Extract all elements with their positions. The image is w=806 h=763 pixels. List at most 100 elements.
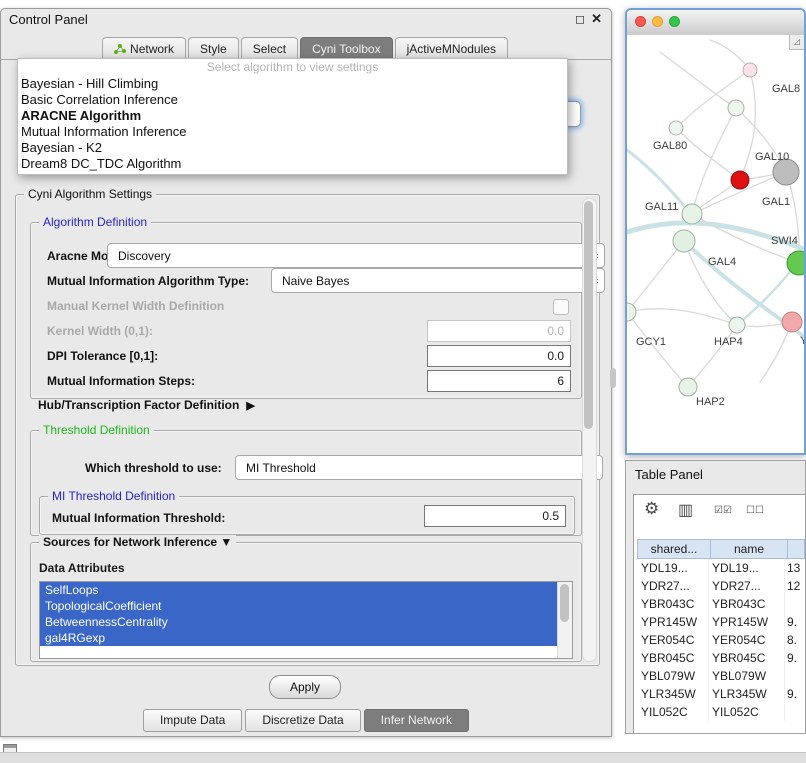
- network-node[interactable]: [782, 312, 802, 332]
- network-edge: [627, 312, 688, 387]
- network-node[interactable]: [729, 317, 745, 333]
- network-node[interactable]: [679, 378, 697, 396]
- tab-label: Infer Network: [381, 713, 452, 727]
- table-cell: YDL19...: [709, 559, 785, 577]
- tab-cyni-toolbox[interactable]: Cyni Toolbox: [300, 37, 392, 59]
- settings-scrollbar-thumb[interactable]: [584, 201, 593, 429]
- attribute-list-item[interactable]: BetweennessCentrality: [40, 614, 557, 630]
- attribute-list-item[interactable]: SelfLoops: [40, 582, 557, 598]
- network-node[interactable]: [731, 171, 749, 189]
- table-row[interactable]: YBR045CYBR045C9.: [637, 649, 805, 667]
- bottom-tab-bar: Impute Data Discretize Data Infer Networ…: [1, 709, 611, 732]
- columns-icon[interactable]: ▥: [678, 500, 693, 520]
- mi-threshold-definition-group: MI Threshold Definition Mutual Informati…: [39, 496, 575, 535]
- which-threshold-select[interactable]: MI Threshold: [235, 455, 603, 480]
- column-header-name[interactable]: name: [711, 540, 788, 558]
- network-node[interactable]: [669, 121, 683, 135]
- network-node[interactable]: [728, 100, 744, 116]
- control-panel-titlebar: Control Panel ◻ ✕: [1, 9, 611, 31]
- network-edge: [627, 241, 684, 312]
- network-edge: [627, 309, 737, 325]
- data-attributes-list[interactable]: SelfLoopsTopologicalCoefficientBetweenne…: [39, 581, 573, 659]
- kernel-width-field[interactable]: 0.0: [427, 320, 571, 342]
- column-header-shared-name[interactable]: shared...: [638, 540, 711, 558]
- float-window-icon[interactable]: ◻: [575, 12, 585, 26]
- mi-steps-field[interactable]: 6: [427, 370, 571, 392]
- network-canvas[interactable]: GAL8GAL80GAL10GAL11GAL1SWI4GAL4GCY1HAP4Y…: [627, 35, 804, 453]
- table-header-row[interactable]: shared... name: [637, 539, 805, 559]
- data-attributes-label: Data Attributes: [39, 561, 125, 575]
- minimize-traffic-light-icon[interactable]: [652, 16, 663, 27]
- network-window-titlebar[interactable]: [627, 10, 804, 36]
- mi-threshold-field[interactable]: 0.5: [424, 505, 566, 527]
- zoom-traffic-light-icon[interactable]: [669, 16, 680, 27]
- algorithm-definition-title: Algorithm Definition: [39, 215, 151, 230]
- table-panel-title: Table Panel: [635, 467, 703, 482]
- node-label: Y: [800, 335, 804, 347]
- hub-section-label: Hub/Transcription Factor Definition: [38, 398, 239, 412]
- table-row[interactable]: YER054CYER054C8.: [637, 631, 805, 649]
- table-row[interactable]: YPR145WYPR145W9.: [637, 613, 805, 631]
- manual-kernel-width-checkbox[interactable]: [553, 299, 569, 315]
- mi-algorithm-type-select[interactable]: Naive Bayes: [271, 268, 605, 293]
- algorithm-option[interactable]: Dream8 DC_TDC Algorithm: [18, 156, 567, 172]
- network-node[interactable]: [673, 230, 695, 252]
- collapse-arrow-icon[interactable]: ▼: [220, 535, 232, 549]
- table-row[interactable]: YBL079WYBL079W: [637, 667, 805, 685]
- tab-jactivemnodules[interactable]: jActiveMNodules: [395, 37, 508, 59]
- gear-icon[interactable]: ⚙: [644, 499, 659, 519]
- tab-style[interactable]: Style: [188, 37, 239, 59]
- node-label: GCY1: [636, 336, 666, 348]
- table-row[interactable]: YIL052CYIL052C: [637, 703, 805, 721]
- tab-infer-network[interactable]: Infer Network: [364, 709, 469, 732]
- close-window-icon[interactable]: ✕: [591, 11, 602, 27]
- expand-arrow-icon[interactable]: ▶: [246, 400, 254, 412]
- tab-impute-data[interactable]: Impute Data: [143, 709, 242, 732]
- apply-button[interactable]: Apply: [269, 675, 341, 699]
- column-header-clipped[interactable]: [788, 540, 804, 558]
- algorithm-option[interactable]: Basic Correlation Inference: [18, 92, 567, 108]
- algorithm-option[interactable]: Bayesian - Hill Climbing: [18, 76, 567, 92]
- deselect-all-columns-icon[interactable]: ☐☐: [746, 505, 764, 516]
- table-row[interactable]: YLR345WYLR345W9.: [637, 685, 805, 703]
- tab-select[interactable]: Select: [241, 37, 298, 59]
- tab-network[interactable]: Network: [102, 37, 186, 59]
- splitter-handle[interactable]: [610, 368, 616, 388]
- hub-transcription-factor-section[interactable]: Hub/Transcription Factor Definition ▶: [38, 398, 255, 412]
- dropdown-placeholder: Select algorithm to view settings: [18, 59, 567, 76]
- tab-discretize-data[interactable]: Discretize Data: [245, 709, 360, 732]
- table-cell: YLR345W: [637, 685, 709, 703]
- table-cell: YDR27...: [709, 577, 785, 595]
- attribute-list-item[interactable]: TopologicalCoefficient: [40, 598, 557, 614]
- table-row[interactable]: YDL19...YDL19...13: [637, 559, 805, 577]
- table-cell: YBR045C: [637, 649, 709, 667]
- birdseye-toggle-icon[interactable]: ◿: [789, 35, 804, 50]
- list-scrollbar[interactable]: [557, 582, 572, 658]
- close-traffic-light-icon[interactable]: [635, 16, 646, 27]
- algorithm-option[interactable]: Mutual Information Inference: [18, 124, 567, 140]
- table-cell: YPR145W: [637, 613, 709, 631]
- network-node[interactable]: [743, 63, 757, 77]
- status-bar: [0, 752, 806, 763]
- table-cell: YBL079W: [709, 667, 785, 685]
- aracne-mode-select[interactable]: Discovery: [107, 243, 605, 268]
- table-panel-body: ⚙ ▥ ☑☑ ☐☐ shared... name YDL19...YDL19..…: [633, 494, 806, 734]
- table-row[interactable]: YDR27...YDR27...12: [637, 577, 805, 595]
- table-cell: YBL079W: [637, 667, 709, 685]
- dpi-tolerance-field[interactable]: 0.0: [427, 345, 571, 367]
- network-node[interactable]: [627, 303, 636, 321]
- attribute-list-item[interactable]: gal4RGexp: [40, 630, 557, 646]
- algorithm-option[interactable]: ARACNE Algorithm: [18, 108, 567, 124]
- table-cell: [785, 667, 805, 685]
- tab-label: Discretize Data: [262, 713, 343, 727]
- settings-scrollbar[interactable]: [582, 198, 597, 662]
- table-row[interactable]: YBR043CYBR043C: [637, 595, 805, 613]
- node-label: GAL8: [772, 83, 800, 95]
- network-view-content: GAL8GAL80GAL10GAL11GAL1SWI4GAL4GCY1HAP4Y…: [627, 35, 804, 453]
- sources-group-title[interactable]: Sources for Network Inference ▼: [39, 535, 236, 550]
- algorithm-option[interactable]: Bayesian - K2: [18, 140, 567, 156]
- list-scrollbar-thumb[interactable]: [560, 584, 569, 622]
- mi-algorithm-type-value: Naive Bayes: [282, 274, 349, 288]
- select-all-columns-icon[interactable]: ☑☑: [714, 505, 732, 516]
- network-node[interactable]: [682, 204, 702, 224]
